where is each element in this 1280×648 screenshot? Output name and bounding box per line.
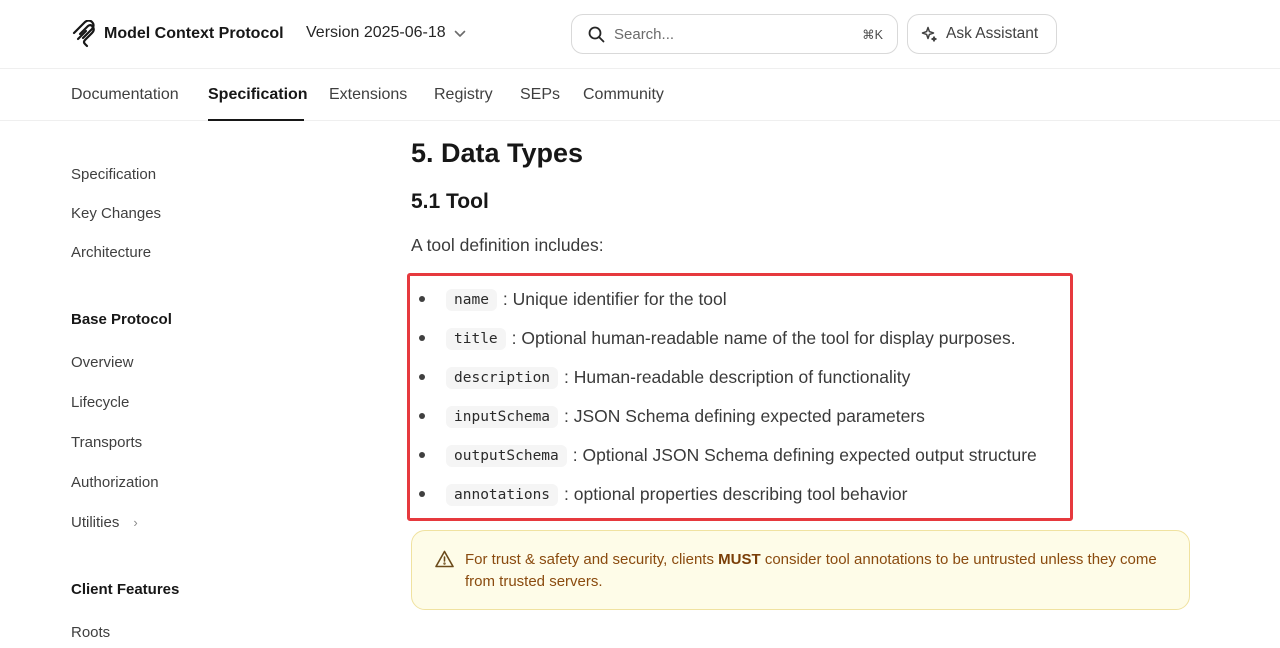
sidebar-item-utilities[interactable]: Utilities › (71, 514, 138, 531)
warning-text-strong: MUST (718, 551, 761, 568)
search-shortcut: ⌘K (862, 27, 883, 42)
chevron-right-icon: › (133, 515, 138, 530)
sidebar-item-specification[interactable]: Specification (71, 166, 156, 183)
field-description: : JSON Schema defining expected paramete… (564, 406, 925, 426)
field-code: outputSchema (446, 444, 567, 467)
field-code: inputSchema (446, 405, 559, 428)
version-label: Version 2025-06-18 (306, 24, 446, 41)
sidebar-item-transports[interactable]: Transports (71, 434, 142, 451)
ask-assistant-label: Ask Assistant (946, 25, 1039, 42)
tab-extensions[interactable]: Extensions (329, 86, 407, 104)
list-item: outputSchema: Optional JSON Schema defin… (416, 436, 1076, 475)
brand-name[interactable]: Model Context Protocol (104, 25, 284, 43)
sidebar-item-lifecycle[interactable]: Lifecycle (71, 394, 129, 411)
field-description: : optional properties describing tool be… (564, 484, 908, 504)
field-code: annotations (446, 483, 559, 506)
list-item: inputSchema: JSON Schema defining expect… (416, 397, 1076, 436)
field-description: : Optional JSON Schema defining expected… (572, 445, 1037, 465)
subsection-title: 5.1 Tool (411, 190, 489, 213)
field-description: : Human-readable description of function… (564, 367, 911, 387)
sidebar-item-overview[interactable]: Overview (71, 354, 134, 371)
sidebar-heading-base-protocol: Base Protocol (71, 311, 172, 328)
search-placeholder: Search... (614, 25, 675, 43)
search-icon (588, 26, 605, 42)
field-description: : Unique identifier for the tool (502, 289, 727, 309)
sidebar-item-authorization[interactable]: Authorization (71, 474, 159, 491)
tab-specification[interactable]: Specification (208, 86, 308, 104)
warning-callout: For trust & safety and security, clients… (411, 530, 1190, 610)
field-code: description (446, 366, 559, 389)
bullet-icon (419, 374, 425, 380)
list-item: title: Optional human-readable name of t… (416, 319, 1076, 358)
tab-registry[interactable]: Registry (434, 86, 493, 104)
bullet-icon (419, 335, 425, 341)
version-selector[interactable]: Version 2025-06-18 (306, 24, 466, 42)
sidebar-item-utilities-label: Utilities (71, 514, 120, 531)
bullet-icon (419, 452, 425, 458)
field-description: : Optional human-readable name of the to… (511, 328, 1016, 348)
mcp-logo-icon[interactable] (72, 20, 98, 48)
tab-community[interactable]: Community (583, 86, 664, 104)
warning-icon (435, 550, 454, 568)
tool-fields-list: name: Unique identifier for the tool tit… (416, 280, 1076, 514)
list-item: name: Unique identifier for the tool (416, 280, 1076, 319)
ask-assistant-button[interactable]: Ask Assistant (907, 14, 1057, 54)
sidebar-heading-client-features: Client Features (71, 581, 180, 598)
sidebar-item-key-changes[interactable]: Key Changes (71, 205, 161, 222)
warning-text: For trust & safety and security, clients… (465, 549, 1175, 593)
top-header: Model Context Protocol Version 2025-06-1… (0, 0, 1280, 69)
search-input[interactable]: Search... ⌘K (571, 14, 898, 54)
field-code: title (446, 327, 506, 350)
nav-tabs: Documentation Specification Extensions R… (0, 69, 1280, 121)
sparkle-icon (921, 26, 937, 42)
sidebar-item-roots[interactable]: Roots (71, 624, 110, 641)
bullet-icon (419, 296, 425, 302)
sidebar-item-architecture[interactable]: Architecture (71, 244, 151, 261)
tab-documentation[interactable]: Documentation (71, 86, 179, 104)
bullet-icon (419, 413, 425, 419)
section-title: 5. Data Types (411, 138, 584, 168)
intro-text: A tool definition includes: (411, 235, 604, 255)
bullet-icon (419, 491, 425, 497)
warning-text-before: For trust & safety and security, clients (465, 551, 719, 568)
list-item: description: Human-readable description … (416, 358, 1076, 397)
list-item: annotations: optional properties describ… (416, 475, 1076, 514)
tab-seps[interactable]: SEPs (520, 86, 560, 104)
field-code: name (446, 288, 497, 311)
active-tab-indicator (208, 119, 304, 121)
chevron-down-icon (454, 30, 465, 37)
